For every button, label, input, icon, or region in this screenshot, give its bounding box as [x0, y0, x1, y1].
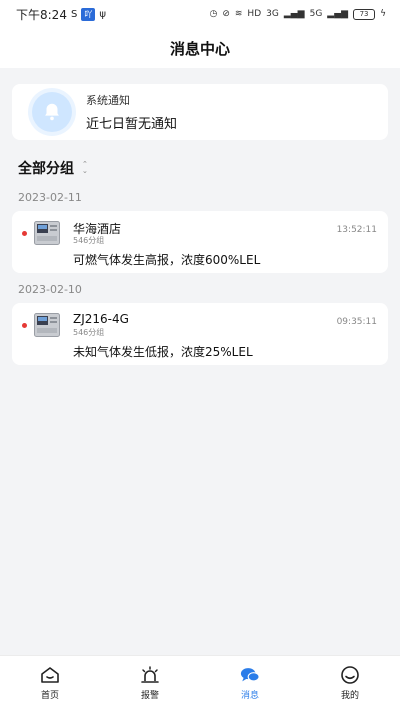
signal-bars-icon-2: ▂▄▆	[327, 9, 349, 19]
profile-icon	[341, 666, 359, 684]
date-label: 2023-02-10	[18, 283, 82, 296]
message-icon	[240, 668, 260, 682]
status-bar-right: ◷ ⊘ ≋ HD 3G ▂▄▆ 5G ▂▄▆ 73 ϟ	[209, 8, 386, 20]
tab-label: 首页	[40, 691, 59, 701]
alarm-message-card[interactable]: ZJ216-4G 546分组 09:35:11 未知气体发生低报，浓度25%LE…	[12, 303, 388, 365]
system-notice-card[interactable]: 系统通知 近七日暂无通知	[12, 84, 388, 140]
device-group: 546分组	[73, 328, 105, 337]
system-notice-message: 近七日暂无通知	[86, 117, 178, 132]
system-notice-text: 系统通知 近七日暂无通知	[86, 92, 177, 132]
bell-icon	[45, 103, 59, 121]
sync-icon: S	[70, 8, 78, 20]
mute-icon: ⊘	[222, 9, 230, 19]
sort-icon[interactable]: ⌃ ⌄	[82, 161, 88, 175]
date-label: 2023-02-11	[18, 191, 82, 204]
status-bar-left: 下午8:24 S 吖 ψ	[16, 6, 106, 23]
group-filter[interactable]: 全部分组 ⌃ ⌄	[18, 158, 88, 178]
charging-icon: ϟ	[380, 9, 386, 19]
tab-label: 报警	[140, 691, 159, 701]
alarm-message: 未知气体发生低报，浓度25%LEL	[73, 345, 253, 359]
device-group: 546分组	[73, 236, 105, 245]
alarm-message: 可燃气体发生高报，浓度600%LEL	[73, 253, 261, 267]
bottom-tab-bar: 首页 报警 消息 我的	[0, 655, 400, 711]
wifi-icon: ≋	[234, 9, 243, 19]
app-notification-icon: 吖	[81, 7, 96, 21]
tab-alarm[interactable]: 报警	[100, 656, 200, 711]
unread-dot	[22, 323, 27, 328]
usb-icon: ψ	[99, 8, 106, 20]
alarm-time: 13:52:11	[336, 225, 377, 235]
tab-label: 消息	[240, 691, 259, 701]
group-filter-label: 全部分组	[18, 161, 74, 177]
status-time: 下午8:24	[16, 7, 67, 22]
nav-bar: 消息中心	[0, 28, 400, 68]
system-notice-title: 系统通知	[86, 94, 130, 107]
signal-2: 5G	[309, 9, 323, 19]
alarm-icon	[141, 666, 159, 683]
tab-label: 我的	[340, 691, 359, 701]
signal-1: 3G	[266, 9, 279, 19]
home-icon	[41, 667, 59, 683]
alarm-clock-icon: ◷	[209, 9, 218, 19]
battery-icon: 73	[353, 8, 376, 20]
network-type: HD	[247, 9, 262, 19]
tab-messages[interactable]: 消息	[200, 656, 300, 711]
tab-profile[interactable]: 我的	[300, 656, 400, 711]
status-bar: 下午8:24 S 吖 ψ ◷ ⊘ ≋ HD 3G ▂▄▆ 5G ▂▄▆ 73 ϟ	[0, 0, 400, 28]
alarm-time: 09:35:11	[336, 317, 377, 327]
signal-bars-icon: ▂▄▆	[283, 9, 305, 19]
unread-dot	[22, 231, 27, 236]
alarm-message-card[interactable]: 华海酒店 546分组 13:52:11 可燃气体发生高报，浓度600%LEL	[12, 211, 388, 273]
gas-detector-icon	[34, 221, 60, 245]
bell-icon-wrap	[32, 92, 72, 132]
tab-home[interactable]: 首页	[0, 656, 100, 711]
page-title: 消息中心	[169, 39, 230, 58]
device-name: ZJ216-4G	[73, 312, 129, 326]
gas-detector-icon	[34, 313, 60, 337]
